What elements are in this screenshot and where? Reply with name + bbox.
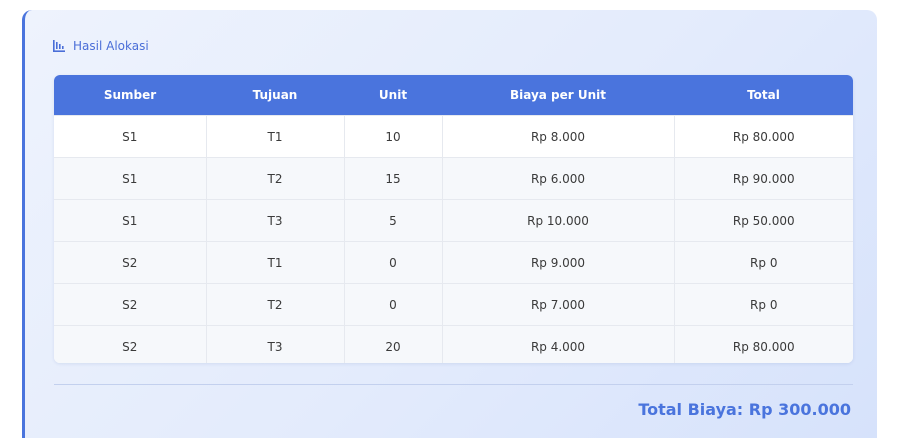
panel-title: Hasil Alokasi xyxy=(73,39,149,53)
cell-unit: 10 xyxy=(344,115,443,158)
column-header-total: Total xyxy=(674,75,853,116)
cell-biaya-per-unit: Rp 6.000 xyxy=(442,157,675,200)
cell-total: Rp 80.000 xyxy=(674,115,853,158)
table-header-row: Sumber Tujuan Unit Biaya per Unit Total xyxy=(54,75,853,116)
cell-unit: 0 xyxy=(344,241,443,284)
cell-sumber: S2 xyxy=(54,241,207,284)
table-row: S2 T1 0 Rp 9.000 Rp 0 xyxy=(54,241,853,284)
cell-biaya-per-unit: Rp 10.000 xyxy=(442,199,675,242)
table-row: S1 T1 10 Rp 8.000 Rp 80.000 xyxy=(54,115,853,158)
cell-total: Rp 90.000 xyxy=(674,157,853,200)
cell-tujuan: T3 xyxy=(206,199,345,242)
cell-sumber: S1 xyxy=(54,115,207,158)
cell-unit: 5 xyxy=(344,199,443,242)
cell-tujuan: T2 xyxy=(206,157,345,200)
column-header-sumber: Sumber xyxy=(54,75,206,116)
column-header-unit: Unit xyxy=(344,75,442,116)
cell-unit: 15 xyxy=(344,157,443,200)
bar-chart-icon xyxy=(53,40,65,52)
panel-header: Hasil Alokasi xyxy=(53,39,149,53)
cell-unit: 20 xyxy=(344,325,443,363)
allocation-table: Sumber Tujuan Unit Biaya per Unit Total … xyxy=(54,75,853,363)
cell-tujuan: T1 xyxy=(206,115,345,158)
cell-total: Rp 80.000 xyxy=(674,325,853,363)
summary-divider xyxy=(54,384,853,385)
column-header-tujuan: Tujuan xyxy=(206,75,344,116)
column-header-biaya-per-unit: Biaya per Unit xyxy=(442,75,674,116)
cell-sumber: S1 xyxy=(54,199,207,242)
cell-sumber: S2 xyxy=(54,283,207,326)
allocation-result-card: Hasil Alokasi Sumber Tujuan Unit Biaya p… xyxy=(22,10,877,438)
cell-tujuan: T1 xyxy=(206,241,345,284)
cell-tujuan: T2 xyxy=(206,283,345,326)
cell-biaya-per-unit: Rp 9.000 xyxy=(442,241,675,284)
cell-biaya-per-unit: Rp 7.000 xyxy=(442,283,675,326)
total-cost: Total Biaya: Rp 300.000 xyxy=(638,400,851,419)
cell-tujuan: T3 xyxy=(206,325,345,363)
cell-total: Rp 0 xyxy=(674,283,853,326)
cell-total: Rp 0 xyxy=(674,241,853,284)
cell-biaya-per-unit: Rp 8.000 xyxy=(442,115,675,158)
table-row: S1 T3 5 Rp 10.000 Rp 50.000 xyxy=(54,199,853,242)
table-row: S2 T3 20 Rp 4.000 Rp 80.000 xyxy=(54,325,853,363)
cell-total: Rp 50.000 xyxy=(674,199,853,242)
table-row: S1 T2 15 Rp 6.000 Rp 90.000 xyxy=(54,157,853,200)
cell-sumber: S1 xyxy=(54,157,207,200)
cell-biaya-per-unit: Rp 4.000 xyxy=(442,325,675,363)
table-row: S2 T2 0 Rp 7.000 Rp 0 xyxy=(54,283,853,326)
cell-sumber: S2 xyxy=(54,325,207,363)
cell-unit: 0 xyxy=(344,283,443,326)
